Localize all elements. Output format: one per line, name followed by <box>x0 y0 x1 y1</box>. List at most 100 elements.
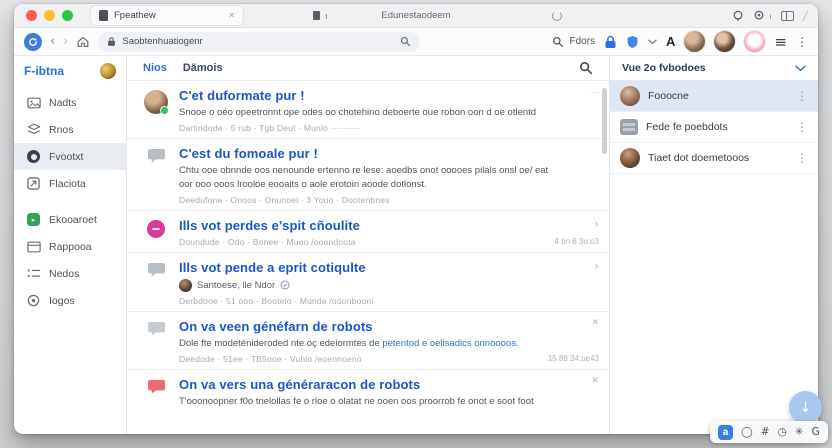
record-icon <box>26 150 41 163</box>
notifications-pin-icon[interactable] <box>753 10 765 22</box>
sidebar-item-0[interactable]: Nadts <box>14 89 126 116</box>
more-options-icon[interactable]: ⋮ <box>796 35 808 49</box>
topic-title[interactable]: C'et duformate pur ! <box>179 88 583 103</box>
grid-icon[interactable]: # <box>761 426 770 438</box>
row-more-icon[interactable]: ⋮ <box>796 89 808 103</box>
topic-excerpt-line2: oor ooo ooos lrooloe eooaits o aole erot… <box>179 178 427 190</box>
close-window-button[interactable] <box>26 10 37 21</box>
account-pin-icon[interactable] <box>732 10 744 22</box>
zoom-window-button[interactable] <box>62 10 73 21</box>
gear-icon[interactable]: ✳ <box>795 426 804 438</box>
topic-excerpt: T'ooonoopner f0o tnelollas fe o rloe o o… <box>179 396 534 408</box>
topic-row-4[interactable]: Ills vot pende a eprit cotiqulte Santoes… <box>127 253 609 312</box>
topic-title[interactable]: On va vers una généraracon de robots <box>179 377 583 392</box>
reload-button[interactable] <box>24 32 42 51</box>
group-tile-icon <box>620 119 638 135</box>
excerpt-link[interactable]: petentod e oelisadics onnoooos. <box>382 338 518 349</box>
dismiss-icon[interactable]: ✕ <box>591 318 599 328</box>
profile-avatar-3[interactable] <box>744 31 766 52</box>
topic-row-2[interactable]: C'est du fomoale pur ! Chtu ooe obnnde o… <box>127 139 609 211</box>
tabbar-right-icons: ı ╱ <box>732 4 808 28</box>
list-scrollbar[interactable] <box>602 88 607 154</box>
sidebar-item-7[interactable]: Iogos <box>14 287 126 314</box>
profile-avatar-2[interactable] <box>714 31 736 52</box>
chat-bubble-icon <box>147 262 165 277</box>
sidebar-item-2-selected[interactable]: Fvootxt <box>14 143 126 170</box>
panel-row-3[interactable]: Tiaet dot doemetooos ⋮ <box>610 143 818 174</box>
sidebar-item-6[interactable]: Nedos <box>14 260 126 287</box>
list-header: Nios Dämois <box>127 56 609 81</box>
sidebar-item-4[interactable]: ▸ Ekooaroet <box>14 206 126 233</box>
active-browser-tab[interactable]: Fpeathew ✕ <box>91 6 243 25</box>
layers-icon <box>26 123 41 136</box>
chevron-down-icon[interactable] <box>795 64 806 72</box>
chevron-right-icon[interactable]: › <box>594 218 599 230</box>
home-icon[interactable] <box>76 35 90 49</box>
profile-avatar-1[interactable] <box>684 31 706 52</box>
topic-timestamp: 4 bn 8 3o:o3 <box>554 236 599 246</box>
sidebar-item-1[interactable]: Rnos <box>14 116 126 143</box>
back-button[interactable]: ‹ <box>50 35 55 48</box>
list-search-icon[interactable] <box>579 61 593 75</box>
tab2-label: ı <box>325 10 328 21</box>
chat-bubble-icon <box>147 149 165 163</box>
row-more-icon[interactable]: ⋮ <box>796 120 808 134</box>
chevron-right-icon[interactable]: › <box>594 260 599 272</box>
search-shortcut[interactable]: Fdors <box>552 36 595 48</box>
topic-title[interactable]: Ills vot perdes e'spit cñoulite <box>179 218 583 233</box>
sidebar-toggle-icon[interactable] <box>780 11 794 21</box>
sidebar-item-label: Rnos <box>49 123 74 136</box>
minimize-window-button[interactable] <box>44 10 55 21</box>
panel-row-label: Fede fe poebdots <box>646 121 728 133</box>
tab-new[interactable]: Nios <box>143 62 167 74</box>
chevron-down-icon[interactable] <box>648 39 657 45</box>
panel-avatar <box>620 86 640 106</box>
panel-row-2[interactable]: Fede fe poebdots ⋮ <box>610 112 818 143</box>
dismiss-icon[interactable]: ✕ <box>591 377 599 386</box>
menu-icon[interactable]: ≡ <box>774 33 787 51</box>
forward-button[interactable]: › <box>63 35 68 48</box>
sidebar-item-3[interactable]: Flaciota <box>14 170 126 197</box>
topic-meta: Dartindode · 5 rub · Tgb Deut · Munio ··… <box>179 123 361 134</box>
sidebar-item-5[interactable]: Rappooa <box>14 233 126 260</box>
topic-row-6[interactable]: On va vers una généraracon de robots T'o… <box>127 370 609 413</box>
panel-header[interactable]: Vue 2o fvbodoes <box>610 56 818 81</box>
reader-font-icon[interactable]: A <box>666 34 675 49</box>
desktop-backdrop: Fpeathew ✕ ı Edunestaodeem ı ╱ ‹ › Saobt… <box>0 0 832 448</box>
tab-latest[interactable]: Dämois <box>183 62 223 74</box>
page-search-icon[interactable] <box>400 36 411 47</box>
topic-row-3[interactable]: Ills vot perdes e'spit cñoulite Doundude… <box>127 211 609 253</box>
panel-row-label: Tiaet dot doemetooos <box>648 152 750 164</box>
panel-row-1[interactable]: Fooocne ⋮ <box>610 81 818 112</box>
privacy-lock-icon[interactable] <box>604 35 617 49</box>
user-avatar-small[interactable] <box>100 62 116 79</box>
globe-icon[interactable]: G <box>812 426 820 438</box>
topic-title[interactable]: On va veen généfarn de robots <box>179 319 583 334</box>
row-more-icon[interactable]: ⋮ <box>796 151 808 165</box>
secondary-browser-tab[interactable]: ı <box>313 11 328 21</box>
shield-icon[interactable] <box>626 35 639 49</box>
search-icon <box>553 36 564 47</box>
author-name[interactable]: Santoese, lle Ndor <box>197 280 275 291</box>
page-favicon <box>99 10 108 21</box>
topic-meta: Deedufone · Onoos · Onunoei · 3 Youo · D… <box>179 194 390 205</box>
scroll-down-button[interactable]: ↓ <box>789 391 822 424</box>
search-label: Fdors <box>569 36 596 47</box>
close-tab-icon[interactable]: ✕ <box>228 11 235 20</box>
topic-row-1[interactable]: C'et duformate pur ! Snooe o oéo opeetro… <box>127 81 609 140</box>
topic-title[interactable]: C'est du fomoale pur ! <box>179 146 583 161</box>
browser-toolbar: ‹ › Saobtenhuatiogenr Fdors A ≡ ⋮ <box>14 28 818 56</box>
right-panel: Vue 2o fvbodoes Fooocne ⋮ Fede fe poebdo… <box>610 56 818 434</box>
topic-author-avatar <box>144 90 169 115</box>
site-logo[interactable]: F-ibtna <box>24 64 64 78</box>
topic-title[interactable]: Ills vot pende a eprit cotiqulte <box>179 260 583 275</box>
address-bar[interactable]: Saobtenhuatiogenr <box>98 31 421 52</box>
mini-toolbar: a ◯ # ◷ ✳ G <box>710 421 828 443</box>
box-arrow-icon <box>26 177 41 190</box>
app-icon[interactable]: a <box>718 424 733 440</box>
tab-title: Fpeathew <box>114 10 156 21</box>
circle-icon[interactable]: ◯ <box>741 426 753 438</box>
sidebar-item-label: Rappooa <box>49 240 92 253</box>
clock-icon[interactable]: ◷ <box>778 426 787 438</box>
topic-row-5[interactable]: On va veen généfarn de robots Dole fte m… <box>127 312 609 371</box>
